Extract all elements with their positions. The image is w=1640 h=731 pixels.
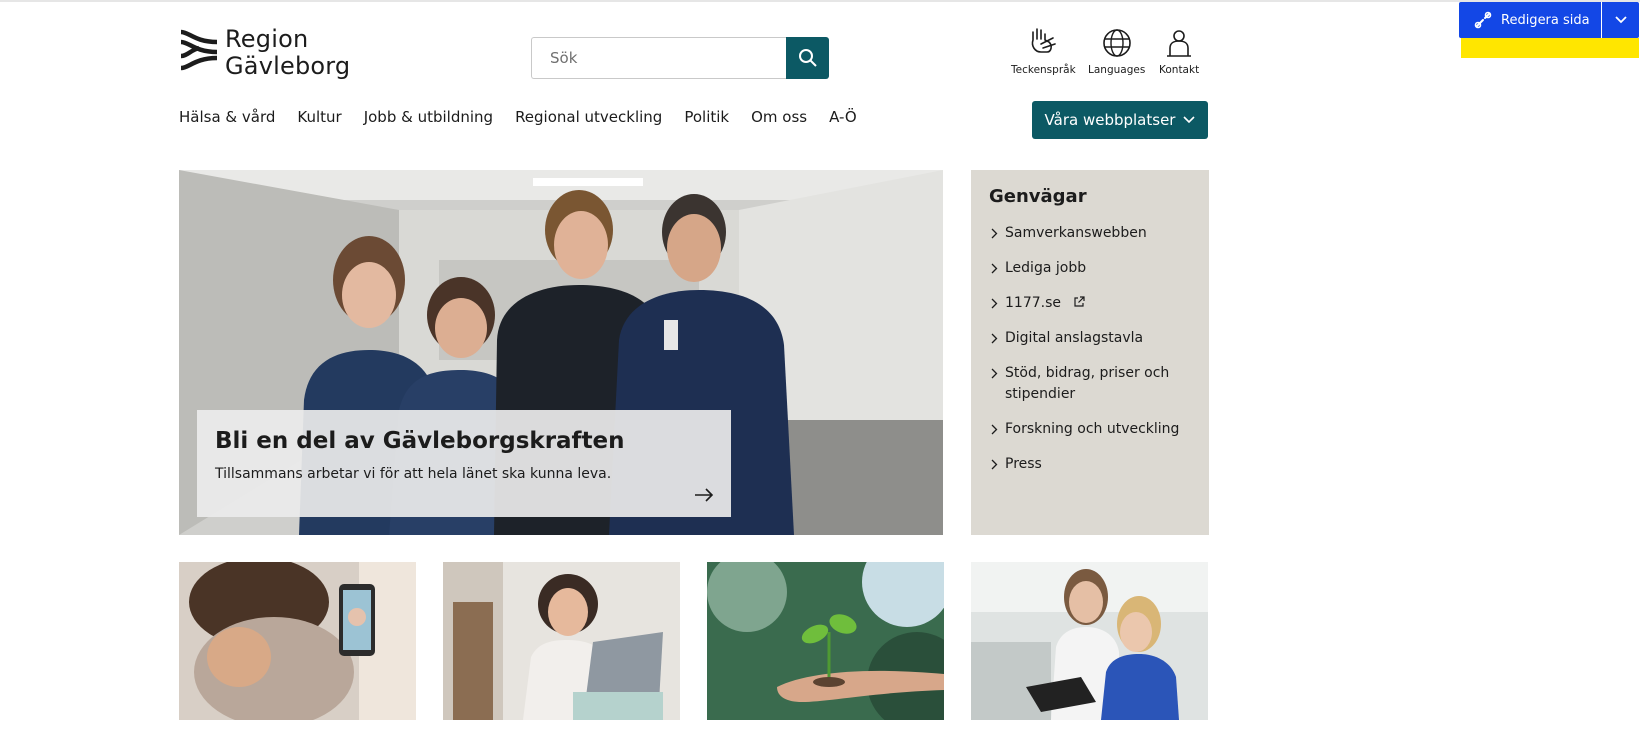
colleagues-photo: [971, 562, 1208, 720]
nav-item-politik[interactable]: Politik: [684, 108, 729, 126]
hero-text: Tillsammans arbetar vi för att hela läne…: [215, 466, 612, 482]
edit-page-button[interactable]: Redigera sida: [1459, 2, 1601, 38]
chevron-right-icon: [991, 333, 998, 344]
shortcut-label: Samverkanswebben: [1005, 225, 1147, 241]
utility-sign-language[interactable]: Teckenspråk: [1011, 26, 1076, 76]
shortcut-samverkanswebben[interactable]: Samverkanswebben: [989, 223, 1191, 244]
card-image-video-call[interactable]: [179, 562, 416, 720]
globe-icon: [1102, 29, 1131, 57]
nav-item-halsa-vard[interactable]: Hälsa & vård: [179, 108, 275, 126]
card-image-colleagues[interactable]: [971, 562, 1208, 720]
shortcut-label-wrap: 1177.se: [1005, 293, 1086, 314]
shortcut-1177[interactable]: 1177.se: [989, 293, 1191, 314]
contact-icon: [1167, 30, 1192, 57]
logo-line-2: Gävleborg: [225, 52, 351, 80]
search-icon: [798, 49, 817, 67]
edit-toolbar-highlight: [1461, 38, 1639, 58]
search-bar: [531, 37, 829, 79]
nav-item-regional-utveckling[interactable]: Regional utveckling: [515, 108, 662, 126]
card-image-plant-hand[interactable]: [707, 562, 944, 720]
chevron-down-icon: [1183, 116, 1196, 124]
main-navigation: Hälsa & vård Kultur Jobb & utbildning Re…: [179, 108, 857, 126]
plant-in-hand-photo: [707, 562, 944, 720]
edit-menu-toggle[interactable]: [1601, 2, 1639, 38]
nav-item-a-o[interactable]: A-Ö: [829, 108, 857, 126]
logo-line-1: Region: [225, 25, 309, 53]
shortcut-lediga-jobb[interactable]: Lediga jobb: [989, 258, 1191, 279]
nav-item-om-oss[interactable]: Om oss: [751, 108, 807, 126]
shortcut-label: Lediga jobb: [1005, 260, 1087, 276]
shortcut-digital-anslagstavla[interactable]: Digital anslagstavla: [989, 328, 1191, 349]
region-logo[interactable]: Region Gävleborg: [179, 26, 350, 80]
shortcuts-panel: Genvägar Samverkanswebben Lediga jobb 11…: [971, 170, 1209, 535]
top-border: [0, 0, 1640, 2]
student-laptop-photo: [443, 562, 680, 720]
hero-card: Bli en del av Gävleborgskraften Tillsamm…: [197, 410, 731, 517]
sign-language-icon: [1032, 28, 1057, 53]
shortcut-press[interactable]: Press: [989, 454, 1191, 475]
video-call-photo: [179, 562, 416, 720]
card-image-student-laptop[interactable]: [443, 562, 680, 720]
shortcut-label: Press: [1005, 456, 1042, 472]
hero-banner[interactable]: Bli en del av Gävleborgskraften Tillsamm…: [179, 170, 943, 535]
logo-text: Region Gävleborg: [225, 26, 350, 80]
edit-link-icon: [1474, 11, 1492, 29]
nav-item-kultur[interactable]: Kultur: [297, 108, 341, 126]
chevron-right-icon: [991, 424, 998, 435]
edit-page-label: Redigera sida: [1501, 12, 1590, 28]
shortcut-stod-bidrag[interactable]: Stöd, bidrag, priser och stipendier: [989, 363, 1191, 405]
shortcut-label: Digital anslagstavla: [1005, 330, 1144, 346]
utility-label: Teckenspråk: [1011, 64, 1076, 76]
chevron-down-icon: [1614, 16, 1627, 24]
hero-title: Bli en del av Gävleborgskraften: [215, 428, 625, 454]
chevron-right-icon: [991, 263, 998, 274]
our-websites-label: Våra webbplatser: [1044, 111, 1176, 129]
search-button[interactable]: [786, 37, 829, 79]
utility-label: Kontakt: [1159, 64, 1200, 76]
region-logo-mark: [180, 29, 218, 71]
utility-label: Languages: [1088, 64, 1146, 76]
our-websites-button[interactable]: Våra webbplatser: [1032, 101, 1208, 139]
search-input[interactable]: [531, 37, 786, 79]
shortcuts-title: Genvägar: [989, 186, 1087, 207]
utility-contact[interactable]: Kontakt: [1159, 26, 1199, 76]
nav-item-jobb-utbildning[interactable]: Jobb & utbildning: [364, 108, 493, 126]
external-link-icon: [1074, 296, 1086, 307]
chevron-right-icon: [991, 368, 998, 379]
shortcut-label: 1177.se: [1005, 295, 1061, 311]
chevron-right-icon: [991, 459, 998, 470]
shortcut-label: Forskning och utveckling: [1005, 421, 1180, 437]
edit-page-toolbar: Redigera sida: [1459, 2, 1639, 38]
shortcut-forskning[interactable]: Forskning och utveckling: [989, 419, 1191, 440]
chevron-right-icon: [991, 228, 998, 239]
shortcut-label: Stöd, bidrag, priser och stipendier: [1005, 365, 1170, 402]
chevron-right-icon: [991, 298, 998, 309]
utility-languages[interactable]: Languages: [1088, 26, 1145, 76]
arrow-right-icon[interactable]: [693, 487, 715, 503]
